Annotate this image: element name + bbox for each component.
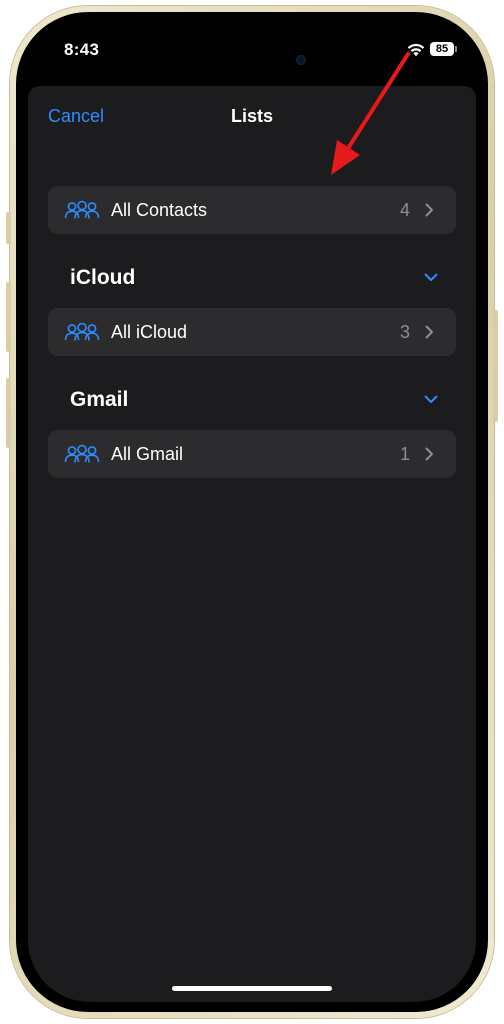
chevron-right-icon xyxy=(425,325,433,339)
group-icon xyxy=(64,200,100,219)
chevron-down-icon[interactable] xyxy=(424,273,438,282)
section-title: iCloud xyxy=(70,266,136,289)
battery-tip xyxy=(455,46,457,52)
row-label: All iCloud xyxy=(111,322,188,342)
all-icloud-row[interactable]: All iCloud 3 xyxy=(48,308,456,356)
status-time: 8:43 xyxy=(64,40,100,59)
action-button xyxy=(6,212,11,244)
chevron-right-icon xyxy=(425,447,433,461)
chevron-right-icon xyxy=(425,203,433,217)
group-icon xyxy=(64,444,100,463)
section-header-gmail: Gmail xyxy=(48,386,456,416)
status-bar: 8:43 85 xyxy=(28,22,476,82)
volume-down-button xyxy=(6,378,11,448)
row-label: All Gmail xyxy=(111,444,184,464)
front-camera xyxy=(296,55,306,65)
volume-up-button xyxy=(6,282,11,352)
screen: 8:43 85 Cancel Lists All Contacts 4 iClo… xyxy=(28,22,476,1002)
section-title: Gmail xyxy=(70,388,129,411)
all-contacts-row[interactable]: All Contacts 4 xyxy=(48,186,456,234)
row-count: 3 xyxy=(399,322,410,342)
row-count: 4 xyxy=(399,200,410,220)
row-count: 1 xyxy=(399,444,410,464)
wifi-icon xyxy=(407,43,425,57)
power-button xyxy=(493,310,498,422)
page-title: Lists xyxy=(230,106,273,126)
home-indicator[interactable] xyxy=(172,986,332,991)
row-label: All Contacts xyxy=(111,200,208,220)
section-header-icloud: iCloud xyxy=(48,264,456,294)
battery-icon: 85 xyxy=(430,42,454,56)
all-gmail-row[interactable]: All Gmail 1 xyxy=(48,430,456,478)
lists-sheet: Cancel Lists All Contacts 4 iCloud All i… xyxy=(28,86,476,1002)
chevron-down-icon[interactable] xyxy=(424,395,438,404)
group-icon xyxy=(64,322,100,341)
